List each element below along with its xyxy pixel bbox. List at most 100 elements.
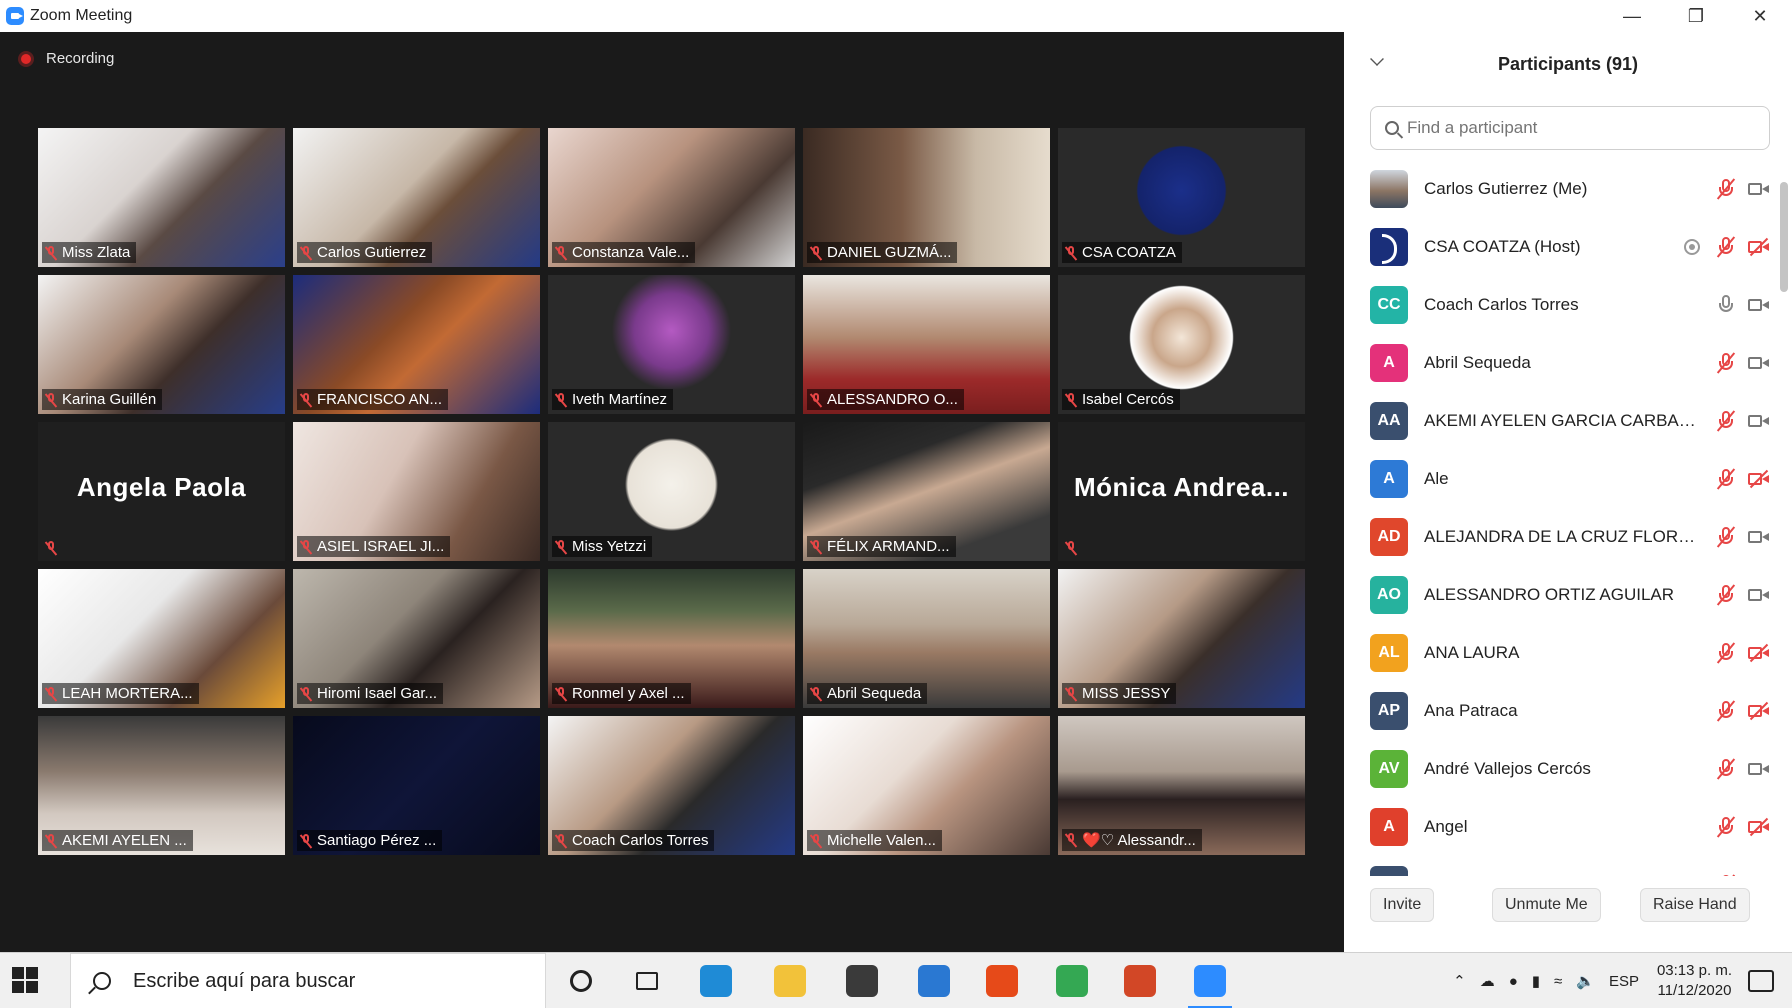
video-icon (1748, 529, 1770, 545)
video-off-icon (1748, 469, 1770, 489)
powerpoint-icon[interactable] (1124, 965, 1156, 997)
participant-search[interactable] (1370, 106, 1770, 150)
raise-hand-button[interactable]: Raise Hand (1640, 888, 1750, 922)
participant-name: Ana Patraca (1424, 701, 1518, 720)
participant-row[interactable]: Carlos Gutierrez (Me) (1344, 160, 1780, 218)
participant-status-icons (1716, 450, 1770, 508)
mail-icon[interactable] (918, 965, 950, 997)
onedrive-icon[interactable]: ☁ (1480, 972, 1495, 990)
participant-row[interactable]: AV André Vallejos Cercós (1344, 740, 1780, 798)
video-tile[interactable]: CSA COATZA (1058, 128, 1305, 267)
unmute-me-button[interactable]: Unmute Me (1492, 888, 1601, 922)
tile-name-label: ASIEL ISRAEL JI... (297, 536, 451, 557)
participant-row[interactable]: AD ALEJANDRA DE LA CRUZ FLORES (1344, 508, 1780, 566)
chevron-up-icon[interactable]: ⌃ (1453, 972, 1466, 990)
zoom-icon[interactable] (1194, 965, 1226, 997)
video-tile[interactable]: Ronmel y Axel ... (548, 569, 795, 708)
office-icon[interactable] (986, 965, 1018, 997)
participant-row[interactable]: A Abril Sequeda (1344, 334, 1780, 392)
video-tile[interactable]: FÉLIX ARMAND... (803, 422, 1050, 561)
video-area: Recording Miss Zlata Carlos Gutierrez Cons… (0, 32, 1344, 952)
video-icon (1748, 181, 1770, 197)
video-tile[interactable]: LEAH MORTERA... (38, 569, 285, 708)
search-input[interactable] (1407, 118, 1747, 138)
participant-name: ALEJANDRA DE LA CRUZ FLORES (1424, 527, 1696, 546)
participant-row[interactable]: A Angel (1344, 798, 1780, 856)
video-tile[interactable]: Constanza Vale... (548, 128, 795, 267)
muted-mic-icon (556, 686, 566, 701)
participant-row[interactable]: AE ANGEL EDUARDO LIMON DOM... (1344, 856, 1780, 876)
tile-name: Coach Carlos Torres (572, 832, 709, 849)
panel-title: Participants (91) (1497, 53, 1639, 74)
video-tile[interactable]: AKEMI AYELEN ... (38, 716, 285, 855)
tile-name: Michelle Valen... (827, 832, 936, 849)
video-tile[interactable]: FRANCISCO AN... (293, 275, 540, 414)
edge-icon[interactable] (700, 965, 732, 997)
screen-share-icon (1684, 239, 1700, 255)
clock[interactable]: 03:13 p. m. 11/12/2020 (1657, 961, 1732, 1001)
participant-row[interactable]: AO ALESSANDRO ORTIZ AGUILAR (1344, 566, 1780, 624)
video-icon (1748, 297, 1770, 313)
tile-name: Hiromi Isael Gar... (317, 685, 438, 702)
video-tile[interactable]: Iveth Martínez (548, 275, 795, 414)
video-tile[interactable]: Isabel Cercós (1058, 275, 1305, 414)
tile-name: DANIEL GUZMÁ... (827, 244, 952, 261)
muted-mic-icon (301, 686, 311, 701)
tile-name-label: Iveth Martínez (552, 389, 674, 410)
avatar: A (1370, 808, 1408, 846)
wifi-icon[interactable]: ≈ (1554, 973, 1562, 990)
participant-row[interactable]: AP Ana Patraca (1344, 682, 1780, 740)
muted-mic-icon (1066, 392, 1076, 407)
participant-row[interactable]: CSA COATZA (Host) (1344, 218, 1780, 276)
video-tile[interactable]: ALESSANDRO O... (803, 275, 1050, 414)
participant-row[interactable]: AL ANA LAURA (1344, 624, 1780, 682)
task-view-icon[interactable] (636, 972, 658, 990)
windows-start-icon[interactable] (12, 967, 40, 995)
restore-button[interactable]: ❐ (1664, 0, 1728, 32)
tile-name: Carlos Gutierrez (317, 244, 427, 261)
participant-status-icons (1716, 160, 1770, 218)
taskbar-search[interactable]: Escribe aquí para buscar (70, 953, 546, 1008)
tile-name-label: LEAH MORTERA... (42, 683, 199, 704)
video-tile[interactable]: Abril Sequeda (803, 569, 1050, 708)
close-button[interactable]: ✕ (1728, 0, 1792, 32)
chrome-icon[interactable] (1056, 965, 1088, 997)
video-tile[interactable]: Mónica Andrea... (1058, 422, 1305, 561)
participant-name: Ale (1424, 469, 1449, 488)
participant-list-scrollbar[interactable] (1780, 182, 1788, 292)
participant-status-icons (1716, 856, 1770, 876)
video-tile[interactable]: ASIEL ISRAEL JI... (293, 422, 540, 561)
language-indicator[interactable]: ESP (1609, 973, 1639, 990)
video-tile[interactable]: Michelle Valen... (803, 716, 1050, 855)
invite-button[interactable]: Invite (1370, 888, 1435, 922)
tile-name-label: Santiago Pérez ... (297, 830, 443, 851)
file-explorer-icon[interactable] (774, 965, 806, 997)
video-tile[interactable]: DANIEL GUZMÁ... (803, 128, 1050, 267)
cortana-icon[interactable] (570, 970, 592, 992)
chevron-down-icon[interactable] (1370, 52, 1384, 66)
mic-icon (1716, 294, 1736, 316)
participant-row[interactable]: A Ale (1344, 450, 1780, 508)
video-tile[interactable]: Angela Paola (38, 422, 285, 561)
video-tile[interactable]: Hiromi Isael Gar... (293, 569, 540, 708)
minimize-button[interactable]: — (1600, 0, 1664, 32)
microphone-icon[interactable]: ● (1509, 973, 1518, 990)
panel-header: Participants (91) (1344, 32, 1792, 96)
recording-indicator[interactable]: Recording (18, 50, 114, 67)
video-tile[interactable]: Coach Carlos Torres (548, 716, 795, 855)
video-tile[interactable]: Carlos Gutierrez (293, 128, 540, 267)
participant-row[interactable]: CC Coach Carlos Torres (1344, 276, 1780, 334)
tile-name: ASIEL ISRAEL JI... (317, 538, 445, 555)
video-tile[interactable]: Karina Guillén (38, 275, 285, 414)
participant-row[interactable]: AA AKEMI AYELEN GARCIA CARBAL... (1344, 392, 1780, 450)
store-icon[interactable] (846, 965, 878, 997)
battery-icon[interactable]: ▮ (1532, 972, 1540, 990)
video-tile[interactable]: ❤️♡ Alessandr... (1058, 716, 1305, 855)
video-tile[interactable]: Miss Yetzzi (548, 422, 795, 561)
volume-icon[interactable]: 🔈 (1576, 972, 1595, 990)
video-tile[interactable]: MISS JESSY (1058, 569, 1305, 708)
notification-icon[interactable] (1748, 970, 1774, 992)
video-tile[interactable]: Santiago Pérez ... (293, 716, 540, 855)
muted-mic-icon (556, 833, 566, 848)
video-tile[interactable]: Miss Zlata (38, 128, 285, 267)
